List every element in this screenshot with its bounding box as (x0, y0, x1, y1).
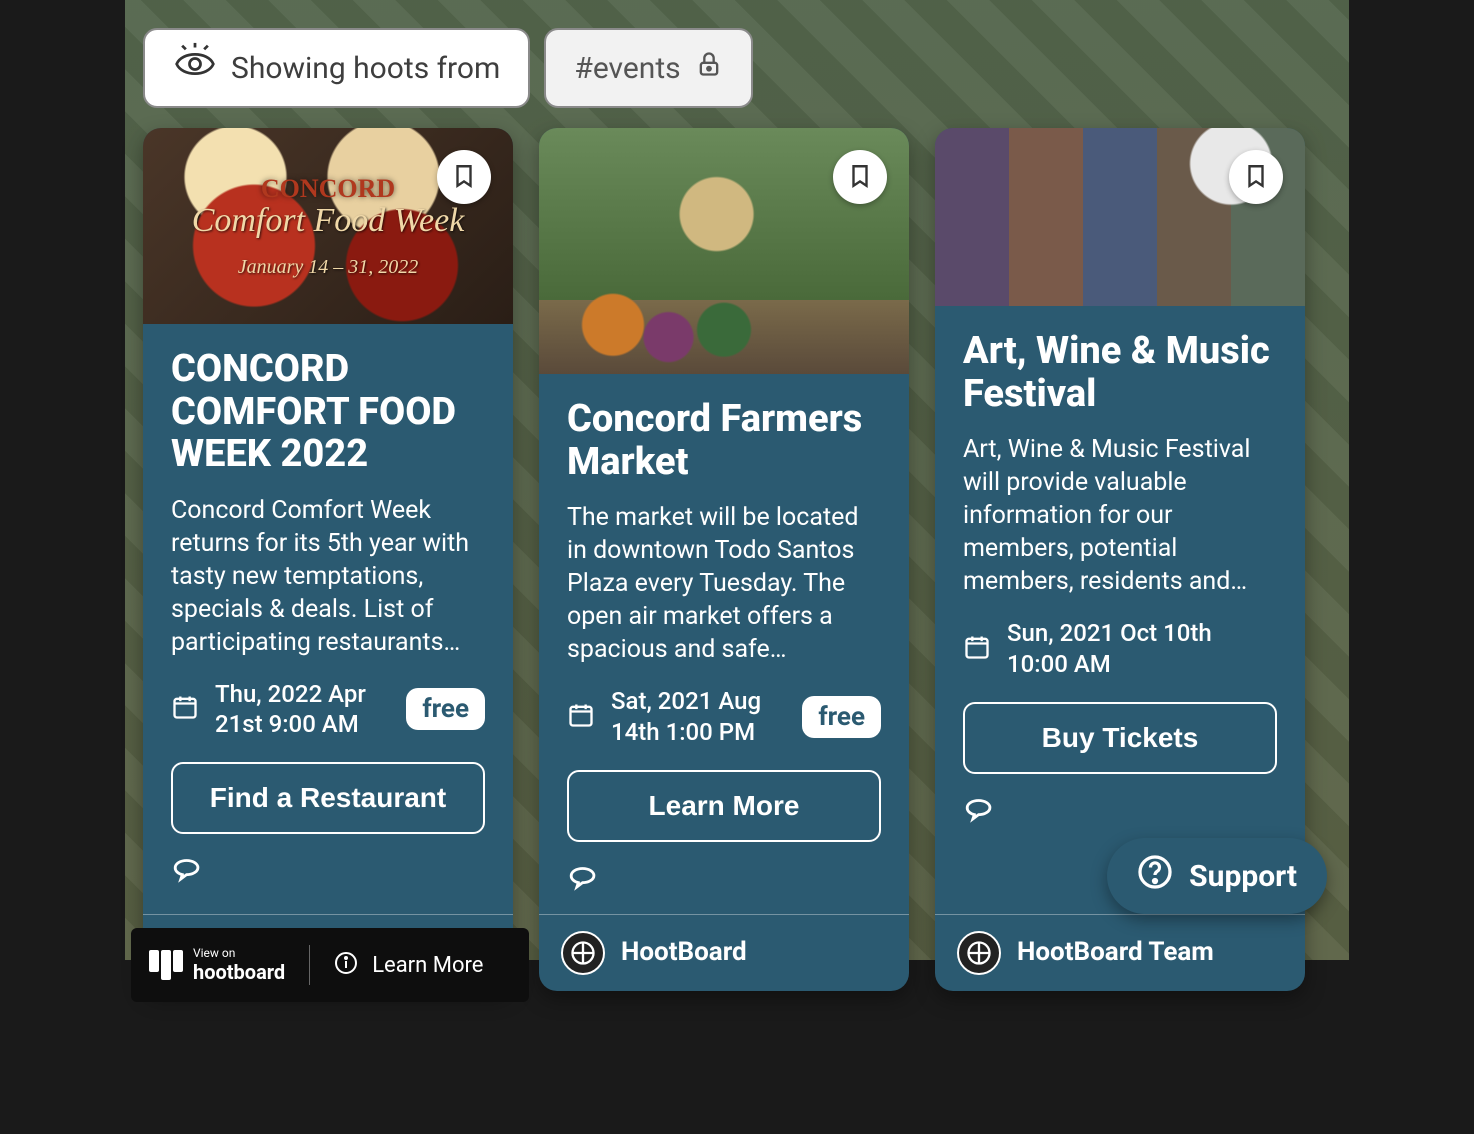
lock-icon (695, 50, 723, 86)
price-badge: free (406, 688, 485, 730)
support-label: Support (1189, 859, 1297, 894)
hootboard-brand-text: View on hootboard (193, 947, 285, 982)
board-container: Showing hoots from #events CONCORD Comfo… (125, 0, 1349, 960)
comment-icon (171, 871, 205, 890)
price-badge: free (802, 696, 881, 738)
event-date: Thu, 2022 Apr 21st 9:00 AM (215, 679, 390, 740)
info-icon (334, 951, 358, 979)
card-body: Art, Wine & Music Festival Art, Wine & M… (935, 306, 1305, 914)
card-title: CONCORD COMFORT FOOD WEEK 2022 (171, 348, 485, 476)
card-footer: HootBoard Team (935, 914, 1305, 991)
calendar-icon (567, 701, 595, 733)
card-image (539, 128, 909, 374)
author-name: HootBoard (621, 937, 747, 968)
buy-tickets-button[interactable]: Buy Tickets (963, 702, 1277, 774)
promo-line-1: CONCORD (261, 174, 395, 204)
events-tag-filter[interactable]: #events (544, 28, 752, 108)
author-avatar (957, 931, 1001, 975)
comment-icon (567, 879, 601, 898)
event-card[interactable]: CONCORD Comfort Food Week January 14 – 3… (143, 128, 513, 991)
bookmark-icon (1243, 163, 1269, 192)
hootboard-logo: View on hootboard (149, 947, 285, 982)
comment-row[interactable] (567, 860, 881, 898)
author-name: HootBoard Team (1017, 937, 1214, 968)
card-body: CONCORD COMFORT FOOD WEEK 2022 Concord C… (143, 324, 513, 914)
bookmark-icon (847, 163, 873, 192)
promo-line-3: January 14 – 31, 2022 (238, 256, 419, 279)
learn-more-label: Learn More (372, 953, 483, 978)
card-footer: HootBoard (539, 914, 909, 991)
bookmark-button[interactable] (833, 150, 887, 204)
brand-name: hootboard (193, 961, 285, 983)
event-card[interactable]: Concord Farmers Market The market will b… (539, 128, 909, 991)
question-icon (1137, 854, 1173, 898)
calendar-icon (171, 693, 199, 725)
comment-icon (963, 811, 997, 830)
card-description: The market will be located in downtown T… (567, 501, 881, 666)
bookmark-icon (451, 163, 477, 192)
card-body: Concord Farmers Market The market will b… (539, 374, 909, 914)
card-description: Art, Wine & Music Festival will provide … (963, 433, 1277, 598)
showing-hoots-filter[interactable]: Showing hoots from (143, 28, 530, 108)
find-restaurant-button[interactable]: Find a Restaurant (171, 762, 485, 834)
view-on-label: View on (193, 946, 235, 960)
eye-icon (173, 42, 217, 94)
author-avatar (561, 931, 605, 975)
date-row: Sun, 2021 Oct 10th 10:00 AM (963, 618, 1277, 679)
events-tag-label: #events (574, 51, 680, 86)
comment-row[interactable] (171, 852, 485, 890)
event-date: Sat, 2021 Aug 14th 1:00 PM (611, 686, 786, 747)
support-button[interactable]: Support (1107, 838, 1327, 914)
filter-bar: Showing hoots from #events (133, 0, 1341, 122)
card-description: Concord Comfort Week returns for its 5th… (171, 494, 485, 659)
learn-more-button[interactable]: Learn More (567, 770, 881, 842)
event-date: Sun, 2021 Oct 10th 10:00 AM (1007, 618, 1277, 679)
promo-line-2: Comfort Food Week (192, 204, 465, 238)
card-title: Art, Wine & Music Festival (963, 330, 1277, 415)
hootboard-attribution-bar[interactable]: View on hootboard Learn More (131, 928, 529, 1002)
hootboard-logo-icon (149, 950, 183, 980)
card-image: CONCORD Comfort Food Week January 14 – 3… (143, 128, 513, 324)
bookmark-button[interactable] (437, 150, 491, 204)
date-row: Sat, 2021 Aug 14th 1:00 PM free (567, 686, 881, 747)
showing-label: Showing hoots from (231, 51, 500, 86)
calendar-icon (963, 633, 991, 665)
date-row: Thu, 2022 Apr 21st 9:00 AM free (171, 679, 485, 740)
card-image (935, 128, 1305, 306)
comment-row[interactable] (963, 792, 1277, 830)
card-title: Concord Farmers Market (567, 398, 881, 483)
vertical-divider (309, 945, 310, 985)
bookmark-button[interactable] (1229, 150, 1283, 204)
